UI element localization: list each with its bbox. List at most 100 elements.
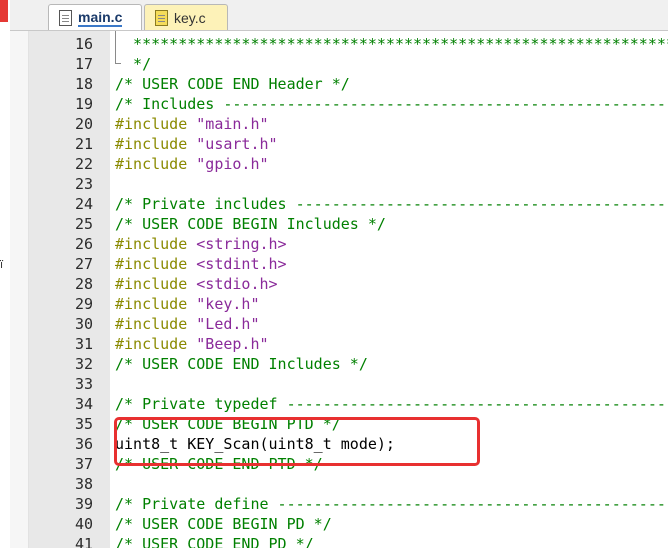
line-number: 20: [74, 115, 93, 133]
code-line[interactable]: 32 /* USER CODE END Includes */: [10, 354, 668, 374]
code-line[interactable]: 18 /* USER CODE END Header */: [10, 74, 668, 94]
line-number: 19: [74, 95, 93, 113]
code-text: /* USER CODE END Includes */: [115, 354, 368, 374]
code-text: /* USER CODE BEGIN Includes */: [115, 214, 386, 234]
code-line[interactable]: 16 *************************************…: [10, 34, 668, 54]
code-token: "Led.h": [196, 315, 260, 333]
code-token: #include: [115, 315, 197, 333]
code-text: /* Private typedef ---------------------…: [115, 394, 668, 414]
code-line[interactable]: 28 #include <stdio.h>: [10, 274, 668, 294]
code-text: #include <stdint.h>: [115, 254, 287, 274]
code-line[interactable]: 41 /* USER CODE END PD */: [10, 534, 668, 548]
code-token: #include: [115, 335, 197, 353]
line-number: 35: [74, 415, 93, 433]
code-text: #include "main.h": [115, 114, 269, 134]
code-token: /* USER CODE BEGIN PTD */: [115, 415, 341, 433]
line-number: 36: [74, 435, 93, 453]
code-token: /* USER CODE END Includes */: [115, 355, 368, 373]
code-token: /* Includes ----------------------------…: [115, 95, 668, 113]
tab-bar: main.c key.c: [10, 0, 668, 31]
code-text: /* USER CODE BEGIN PTD */: [115, 414, 341, 434]
tab-key-c[interactable]: key.c: [144, 4, 228, 30]
line-number: 22: [74, 155, 93, 173]
code-text: #include "key.h": [115, 294, 260, 314]
code-line[interactable]: 25 /* USER CODE BEGIN Includes */: [10, 214, 668, 234]
code-text: /* Includes ----------------------------…: [115, 94, 668, 114]
code-token: <stdint.h>: [196, 255, 287, 273]
left-panel-glyph: ï: [0, 258, 4, 271]
code-token: #include: [115, 235, 197, 253]
code-text: */: [115, 54, 151, 74]
code-token: #include: [115, 255, 197, 273]
code-line[interactable]: 17 */: [10, 54, 668, 74]
code-text: /* Private define ----------------------…: [115, 494, 668, 514]
code-token: /* USER CODE BEGIN PD */: [115, 515, 332, 533]
code-token: <stdio.h>: [196, 275, 278, 293]
line-number: 24: [74, 195, 93, 213]
code-token: "gpio.h": [196, 155, 269, 173]
code-token: uint8_t KEY_Scan(uint8_t mode);: [115, 435, 395, 453]
code-text: /* USER CODE END PD */: [115, 534, 314, 548]
code-token: #include: [115, 275, 197, 293]
code-line[interactable]: 29 #include "key.h": [10, 294, 668, 314]
code-token: /* USER CODE BEGIN Includes */: [115, 215, 386, 233]
code-line[interactable]: 38: [10, 474, 668, 494]
line-number: 17: [74, 55, 93, 73]
code-line[interactable]: 34 /* Private typedef -------------------…: [10, 394, 668, 414]
code-text: /* USER CODE END Header */: [115, 74, 350, 94]
code-text: #include "Beep.h": [115, 334, 269, 354]
code-line[interactable]: 23: [10, 174, 668, 194]
code-token: /* Private define ----------------------…: [115, 495, 668, 513]
code-line[interactable]: 22 #include "gpio.h": [10, 154, 668, 174]
line-number: 29: [74, 295, 93, 313]
code-editor[interactable]: 16 *************************************…: [10, 31, 668, 548]
line-number: 37: [74, 455, 93, 473]
code-text: #include "gpio.h": [115, 154, 269, 174]
code-token: #include: [115, 295, 197, 313]
tab-label: main.c: [78, 8, 123, 27]
code-line[interactable]: 27 #include <stdint.h>: [10, 254, 668, 274]
tab-label: key.c: [174, 9, 206, 26]
code-token: ****************************************…: [133, 35, 668, 53]
code-line[interactable]: 20 #include "main.h": [10, 114, 668, 134]
code-line[interactable]: 36 uint8_t KEY_Scan(uint8_t mode);: [10, 434, 668, 454]
code-line[interactable]: 26 #include <string.h>: [10, 234, 668, 254]
code-line[interactable]: 24 /* Private includes ------------------…: [10, 194, 668, 214]
code-token: "usart.h": [196, 135, 278, 153]
code-token: #include: [115, 135, 197, 153]
line-number: 34: [74, 395, 93, 413]
line-number: 26: [74, 235, 93, 253]
code-token: /* Private typedef ---------------------…: [115, 395, 668, 413]
tab-main-c[interactable]: main.c: [48, 4, 142, 30]
code-token: */: [115, 55, 152, 73]
code-line[interactable]: 40 /* USER CODE BEGIN PD */: [10, 514, 668, 534]
line-number: 21: [74, 135, 93, 153]
line-number: 27: [74, 255, 93, 273]
left-panel-marker: [0, 0, 8, 22]
code-line[interactable]: 39 /* Private define --------------------…: [10, 494, 668, 514]
code-line[interactable]: 31 #include "Beep.h": [10, 334, 668, 354]
code-token: "key.h": [196, 295, 260, 313]
code-line[interactable]: 33: [10, 374, 668, 394]
code-token: "Beep.h": [196, 335, 269, 353]
line-number: 23: [74, 175, 93, 193]
code-line[interactable]: 37 /* USER CODE END PTD */: [10, 454, 668, 474]
code-token: /* Private includes --------------------…: [115, 195, 668, 213]
code-token: /* USER CODE END PD */: [115, 535, 314, 548]
line-number: 38: [74, 475, 93, 493]
line-number: 33: [74, 375, 93, 393]
line-number: 18: [74, 75, 93, 93]
code-line[interactable]: 30 #include "Led.h": [10, 314, 668, 334]
code-text: #include "usart.h": [115, 134, 278, 154]
line-number: 32: [74, 355, 93, 373]
line-number: 31: [74, 335, 93, 353]
code-line[interactable]: 35 /* USER CODE BEGIN PTD */: [10, 414, 668, 434]
line-number: 39: [74, 495, 93, 513]
line-number: 40: [74, 515, 93, 533]
code-text: #include "Led.h": [115, 314, 260, 334]
code-text: #include <stdio.h>: [115, 274, 278, 294]
code-text: /* Private includes --------------------…: [115, 194, 668, 214]
code-token: #include: [115, 115, 197, 133]
code-line[interactable]: 19 /* Includes --------------------------…: [10, 94, 668, 114]
code-line[interactable]: 21 #include "usart.h": [10, 134, 668, 154]
